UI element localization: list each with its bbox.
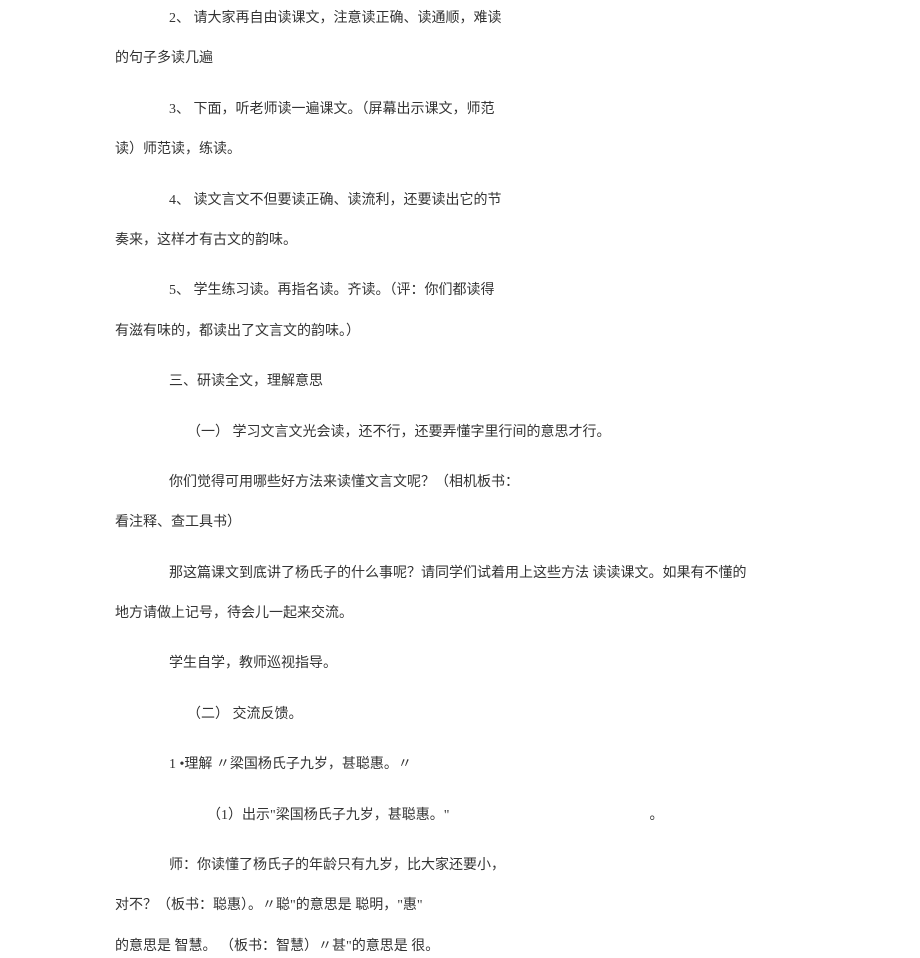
paragraph-5-line1: 5、 学生练习读。再指名读。齐读。（评：你们都读得 [115, 280, 805, 302]
section-3-heading: 三、研读全文，理解意思 [169, 371, 805, 393]
subsection-1: （一） 学习文言文光会读，还不行，还要弄懂字里行间的意思才行。 [187, 422, 805, 444]
item-1-understand: 1 •理解 〃梁国杨氏子九岁，甚聪惠。〃 [169, 754, 805, 776]
paragraph-5-line2: 有滋有味的，都读出了文言文的韵味。） [115, 321, 805, 343]
item-1-1-dot: 。 [649, 808, 663, 823]
paragraph-2-line2: 的句子多读几遍 [115, 48, 805, 70]
paragraph-2-line1: 2、 请大家再自由读课文，注意读正确、读通顺，难读 [115, 8, 805, 30]
paragraph-selfstudy: 学生自学，教师巡视指导。 [169, 653, 805, 675]
paragraph-task-line2: 地方请做上记号，待会儿一起来交流。 [115, 603, 805, 625]
subsection-2: （二） 交流反馈。 [187, 704, 805, 726]
paragraph-methods-line2: 看注释、查工具书） [115, 512, 805, 534]
paragraph-3-line2: 读）师范读，练读。 [115, 139, 805, 161]
paragraph-4-line1: 4、 读文言文不但要读正确、读流利，还要读出它的节 [115, 190, 805, 212]
paragraph-3-line1: 3、 下面，听老师读一遍课文。（屏幕出示课文，师范 [115, 99, 805, 121]
teacher-line1: 师：你读懂了杨氏子的年龄只有九岁，比大家还要小， [169, 855, 805, 877]
paragraph-task-line1: 那这篇课文到底讲了杨氏子的什么事呢？请同学们试着用上这些方法 读读课文。如果有不… [169, 563, 805, 585]
item-1-1-display: （1）出示"梁国杨氏子九岁，甚聪惠。" [207, 808, 449, 823]
paragraph-methods-line1: 你们觉得可用哪些好方法来读懂文言文呢？（相机板书： [169, 472, 805, 494]
teacher-line2: 对不？（板书：聪惠）。〃聪"的意思是 聪明，"惠" [115, 895, 805, 917]
paragraph-4-line2: 奏来，这样才有古文的韵味。 [115, 230, 805, 252]
teacher-line3: 的意思是 智慧。 （板书：智慧）〃甚"的意思是 很。 [115, 936, 805, 958]
